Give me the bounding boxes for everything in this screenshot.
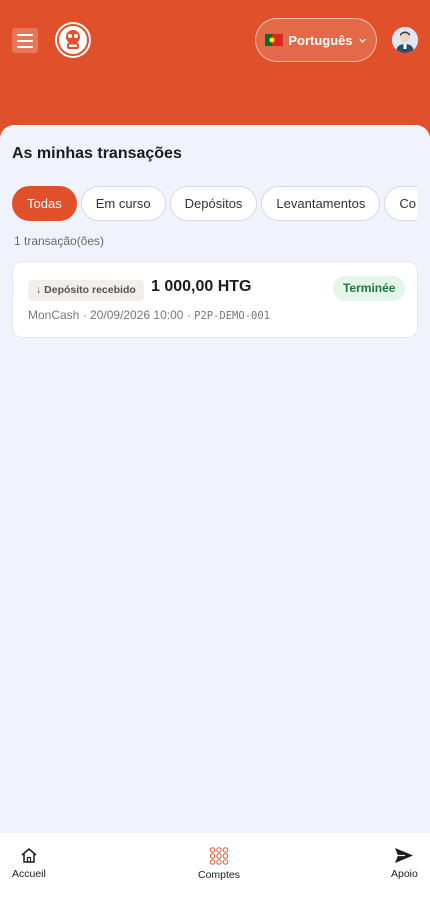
nav-apoio-label: Apoio [391,868,418,880]
grid-dots-icon [209,847,229,865]
language-label: Português [288,32,353,48]
filter-tabs: Todas Em curso Depósitos Levantamentos Co [12,186,417,222]
send-icon [395,848,414,863]
nav-comptes[interactable]: Comptes [198,847,240,881]
nav-comptes-label: Comptes [198,869,241,881]
nav-apoio[interactable]: Apoio [391,847,418,880]
tab-todas[interactable]: Todas [12,186,77,221]
tab-em-curso[interactable]: Em curso [80,186,166,221]
transaction-count: 1 transação(ões) [14,234,105,248]
transaction-reference: P2P-DEMO-001 [194,310,270,322]
bottom-navigation: Accueil Comptes Apoio [0,833,430,900]
tab-levantamentos[interactable]: Levantamentos [261,186,381,221]
transaction-amount: 1 000,00 HTG [151,278,252,295]
transaction-meta: MonCash · 20/09/2026 10:00 · P2P-DEMO-00… [28,308,270,322]
tab-depositos[interactable]: Depósitos [169,186,258,221]
nav-accueil[interactable]: Accueil [12,847,46,880]
portugal-flag-icon [265,34,284,46]
menu-icon[interactable] [12,28,38,53]
home-icon [21,848,37,863]
tab-more[interactable]: Co [384,186,417,221]
transaction-details: MonCash · 20/09/2026 10:00 · [28,308,191,322]
transaction-card[interactable]: ↓ Depósito recebido 1 000,00 HTG Terminé… [12,261,418,338]
chevron-down-icon [358,38,366,43]
status-badge: Terminée [333,276,406,301]
page-title: As minhas transações [12,145,182,162]
user-avatar[interactable] [392,27,418,53]
transaction-type-badge: ↓ Depósito recebido [28,280,144,301]
transactions-panel: As minhas transações Todas Em curso Depósi… [0,125,430,900]
nav-accueil-label: Accueil [12,868,46,880]
language-selector[interactable]: Português [255,18,377,62]
brand-logo[interactable] [55,22,91,58]
